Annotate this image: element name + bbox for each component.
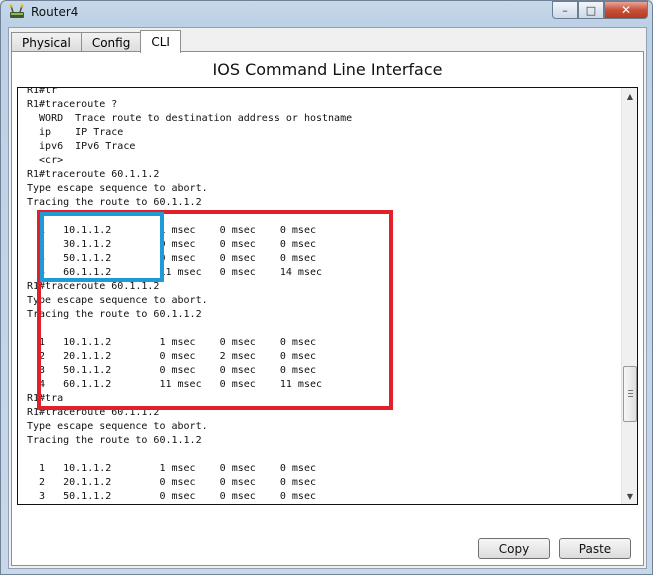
- scroll-up-icon[interactable]: ▲: [622, 88, 637, 104]
- window-title: Router4: [31, 5, 79, 19]
- caption-buttons: – □ ✕: [552, 1, 648, 21]
- title-bar[interactable]: Router4 – □ ✕: [1, 1, 652, 25]
- tab-cli[interactable]: CLI: [140, 30, 181, 53]
- paste-button[interactable]: Paste: [559, 538, 631, 559]
- console-line: 3 50.1.1.2 0 msec 0 msec 0 msec: [27, 491, 316, 502]
- router-window: Router4 – □ ✕ Physical Config CLI IOS Co…: [0, 0, 653, 575]
- scroll-down-icon[interactable]: ▼: [622, 488, 637, 504]
- console-line: Tracing the route to 60.1.1.2: [27, 435, 202, 446]
- highlight-box-blue: [40, 212, 164, 282]
- console-line: ipv6 IPv6 Trace: [27, 141, 136, 152]
- minimize-button[interactable]: –: [552, 1, 578, 19]
- console-line: <cr>: [27, 155, 64, 166]
- console-line: Tracing the route to 60.1.1.2: [27, 197, 202, 208]
- copy-button[interactable]: Copy: [478, 538, 550, 559]
- router-app-icon: [8, 4, 26, 20]
- cli-panel: IOS Command Line Interface R1#tr R1#trace…: [11, 51, 644, 566]
- tab-config[interactable]: Config: [80, 32, 142, 52]
- minimize-icon: –: [562, 3, 568, 17]
- console-scrollbar[interactable]: ▲ ▼: [621, 88, 637, 504]
- console-line: R1#traceroute 60.1.1.2: [27, 169, 160, 180]
- cli-console[interactable]: R1#tr R1#traceroute ? WORD Trace route to…: [17, 87, 638, 505]
- panel-heading: IOS Command Line Interface: [212, 60, 443, 79]
- console-line: Type escape sequence to abort.: [27, 421, 208, 432]
- close-button[interactable]: ✕: [604, 1, 648, 19]
- client-area: Physical Config CLI IOS Command Line Int…: [8, 27, 647, 569]
- console-line: WORD Trace route to destination address …: [27, 113, 353, 124]
- console-line: Type escape sequence to abort.: [27, 183, 208, 194]
- tab-strip: Physical Config CLI: [11, 30, 181, 53]
- maximize-button[interactable]: □: [578, 1, 604, 19]
- console-line: R1#traceroute ?: [27, 99, 118, 110]
- maximize-icon: □: [585, 3, 597, 17]
- close-icon: ✕: [620, 3, 632, 17]
- scroll-thumb[interactable]: [623, 366, 637, 422]
- console-line: 1 10.1.1.2 1 msec 0 msec 0 msec: [27, 463, 316, 474]
- tab-physical[interactable]: Physical: [11, 32, 82, 52]
- console-line: ip IP Trace: [27, 127, 124, 138]
- console-line: 2 20.1.1.2 0 msec 0 msec 0 msec: [27, 477, 316, 488]
- console-line: R1#tr: [27, 87, 58, 96]
